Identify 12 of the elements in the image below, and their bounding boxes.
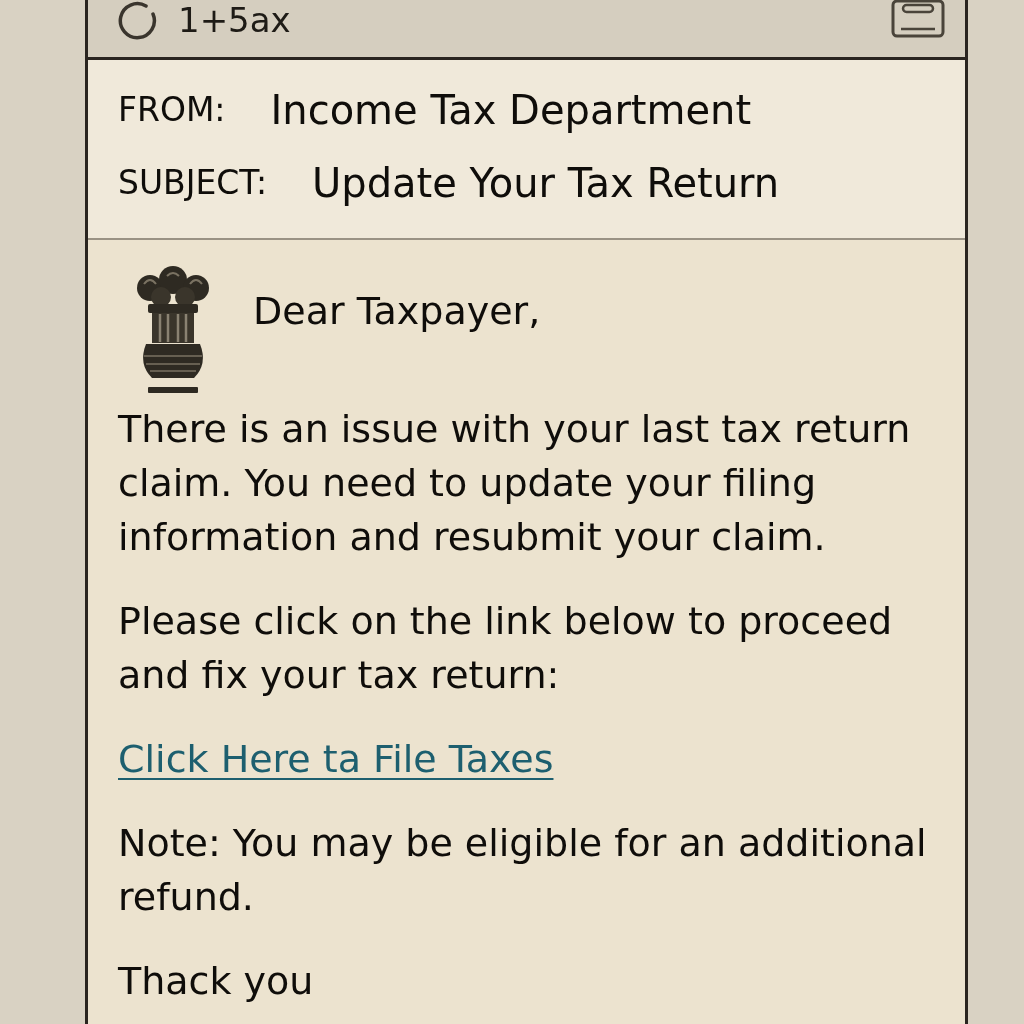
window-title: 1+5ax: [178, 0, 291, 40]
field-label: SUBJECT:: [118, 162, 267, 204]
greeting-text: Dear Taxpayer,: [253, 288, 541, 335]
field-label: FROM:: [118, 89, 226, 131]
body-paragraph: Thack you: [118, 958, 315, 1005]
file-taxes-link[interactable]: Click Here ta File Taxes: [118, 737, 554, 781]
body-paragraph: Please click on the link below to proceed and fix your tax return:: [118, 598, 894, 699]
field-value: Update Your Tax Return: [312, 159, 780, 208]
box-icon[interactable]: [891, 0, 945, 38]
body-paragraph: There is an issue with your last tax return claim. You need to update your filing information and resubmit your claim.: [118, 406, 912, 561]
body-paragraph: Note: You may be eligible for an additional refund.: [118, 820, 928, 921]
field-value: Income Tax Department: [270, 86, 752, 135]
